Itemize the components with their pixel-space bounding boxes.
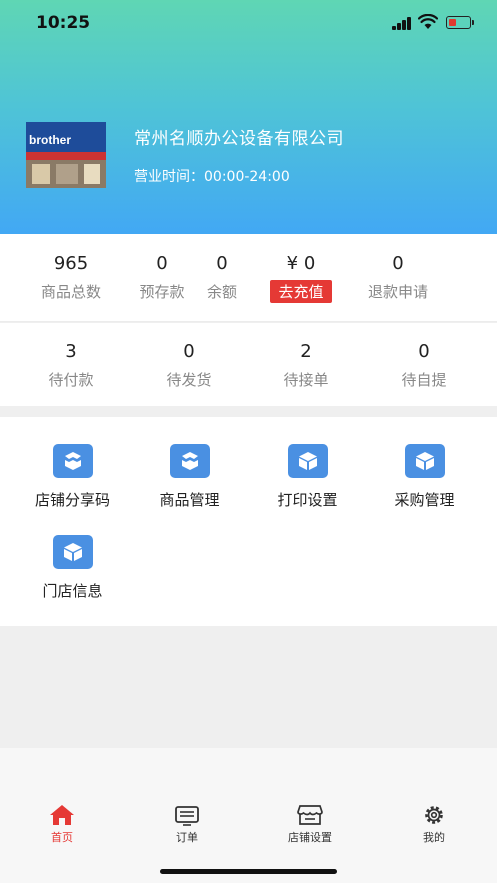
recharge-button[interactable]: 去充值 bbox=[270, 280, 332, 303]
tab-store-settings[interactable]: 店铺设置 bbox=[260, 804, 360, 845]
stat-value: 0 bbox=[418, 341, 430, 362]
storefront-image: brother bbox=[26, 122, 106, 188]
keyboard-icon bbox=[175, 806, 199, 826]
store-hours: 营业时间：00:00-24:00 bbox=[134, 169, 290, 185]
stat-value: 2 bbox=[300, 341, 312, 362]
stat-label: 退款申请 bbox=[367, 283, 428, 301]
bottom-tab-bar: 首页 订单 店铺设置 我的 bbox=[0, 748, 497, 883]
stat-value: 0 bbox=[216, 253, 228, 274]
box-icon bbox=[404, 444, 445, 478]
battery-icon bbox=[446, 16, 474, 29]
store-icon bbox=[297, 805, 323, 825]
stat-value: ¥ 0 bbox=[286, 253, 316, 274]
store-photo[interactable]: brother bbox=[26, 122, 106, 188]
box-icon bbox=[287, 444, 328, 478]
store-stats: 965 商品总数 0 预存款 0 余额 ¥ 0 去充值 0 退款申请 bbox=[0, 234, 497, 322]
stat-pending-accept[interactable]: 2 待接单 bbox=[266, 341, 346, 390]
stat-label: 余额 bbox=[206, 283, 237, 301]
box-open-icon bbox=[52, 444, 93, 478]
order-stats: 3 待付款 0 待发货 2 待接单 0 待自提 bbox=[0, 323, 497, 406]
menu-print-settings[interactable]: 打印设置 bbox=[249, 444, 366, 510]
menu-label: 打印设置 bbox=[277, 491, 338, 509]
photo-sign-text: brother bbox=[29, 133, 71, 147]
stat-label: 待接单 bbox=[283, 371, 329, 389]
menu-store-share-code[interactable]: 店铺分享码 bbox=[14, 444, 131, 510]
store-name: 常州名顺办公设备有限公司 bbox=[134, 129, 344, 149]
menu-purchase-management[interactable]: 采购管理 bbox=[366, 444, 483, 510]
stat-label: 待付款 bbox=[48, 371, 94, 389]
tab-home[interactable]: 首页 bbox=[12, 804, 112, 845]
stat-value: 0 bbox=[392, 253, 404, 274]
stat-value: 0 bbox=[183, 341, 195, 362]
stat-funds: ¥ 0 去充值 bbox=[256, 253, 346, 303]
stat-pending-payment[interactable]: 3 待付款 bbox=[31, 341, 111, 390]
stat-label: 待自提 bbox=[401, 371, 447, 389]
cellular-signal-icon bbox=[392, 17, 412, 30]
wifi-icon bbox=[418, 14, 438, 29]
menu-label: 采购管理 bbox=[394, 491, 455, 509]
stat-value: 0 bbox=[156, 253, 168, 274]
stat-label: 商品总数 bbox=[40, 283, 101, 301]
menu-store-info[interactable]: 门店信息 bbox=[14, 535, 131, 601]
stat-label: 待发货 bbox=[166, 371, 212, 389]
box-open-icon bbox=[169, 444, 210, 478]
status-bar: 10:25 bbox=[0, 0, 497, 48]
stat-total-products[interactable]: 965 商品总数 bbox=[30, 253, 112, 302]
status-time: 10:25 bbox=[36, 13, 91, 33]
tab-label: 订单 bbox=[176, 831, 198, 844]
tab-mine[interactable]: 我的 bbox=[384, 804, 484, 845]
tab-label: 店铺设置 bbox=[288, 831, 332, 844]
store-header: 10:25 brother 常州名顺办公设备有限公司 营业时间：00:00-24… bbox=[0, 0, 497, 234]
stat-prepaid[interactable]: 0 预存款 bbox=[131, 253, 193, 302]
menu-label: 门店信息 bbox=[42, 582, 103, 600]
gear-icon bbox=[425, 806, 443, 824]
stat-value: 3 bbox=[65, 341, 77, 362]
tab-label: 首页 bbox=[51, 831, 73, 844]
stat-pending-shipment[interactable]: 0 待发货 bbox=[149, 341, 229, 390]
home-indicator[interactable] bbox=[160, 869, 337, 874]
stat-pending-pickup[interactable]: 0 待自提 bbox=[384, 341, 464, 390]
stat-refund-requests[interactable]: 0 退款申请 bbox=[357, 253, 439, 302]
stat-label: 预存款 bbox=[139, 283, 185, 301]
battery-level bbox=[448, 18, 456, 26]
box-icon bbox=[52, 535, 93, 569]
stat-balance[interactable]: 0 余额 bbox=[199, 253, 245, 302]
menu-label: 店铺分享码 bbox=[34, 491, 110, 509]
stat-value: 965 bbox=[53, 253, 89, 274]
menu-label: 商品管理 bbox=[159, 491, 220, 509]
menu-product-management[interactable]: 商品管理 bbox=[131, 444, 248, 510]
home-icon bbox=[50, 805, 74, 825]
tab-orders[interactable]: 订单 bbox=[137, 804, 237, 845]
function-menu: 店铺分享码 商品管理 打印设置 采购管理 门店信息 bbox=[0, 417, 497, 626]
tab-label: 我的 bbox=[423, 831, 445, 844]
